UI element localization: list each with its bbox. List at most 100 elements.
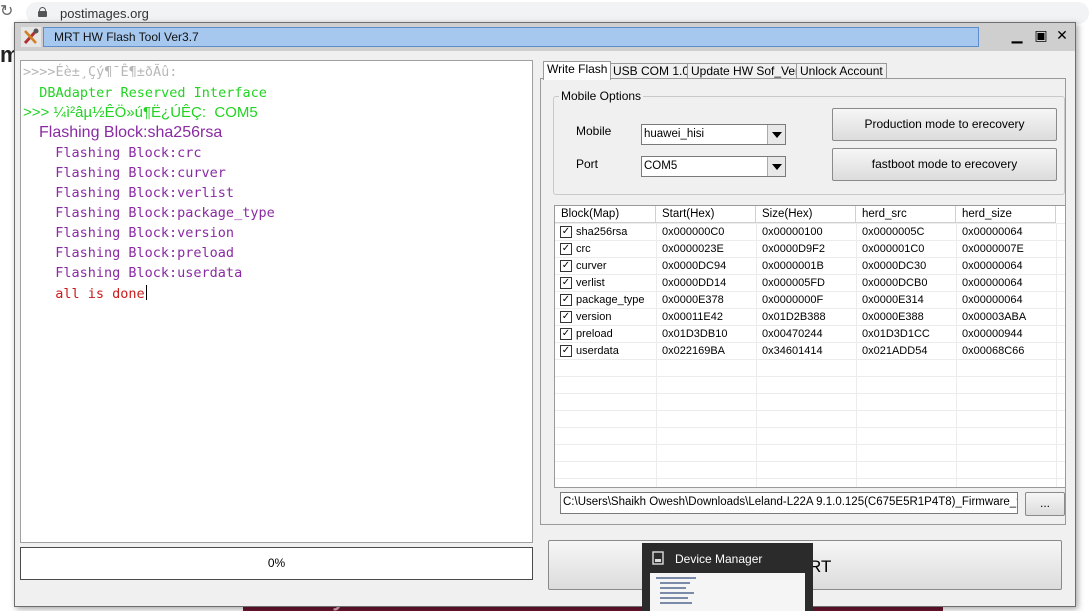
log-line-done: all is done [39,285,147,302]
grid-line [956,223,957,487]
table-cell-hsize: 0x00000064 [962,226,1023,238]
close-button[interactable]: ✕ [1053,27,1071,45]
table-cell-block: curver [576,260,607,272]
grid-line [555,444,1065,445]
log-line: Flashing Block:userdata [39,265,243,281]
device-manager-thumbnail [650,573,805,611]
table-cell-hsize: 0x0000007E [962,243,1024,255]
column-header[interactable]: herd_src [856,206,956,223]
progress-label: 0% [267,556,286,570]
table-cell-hsize: 0x00000944 [962,328,1023,340]
log-done-text: all is done [39,286,145,302]
text-caret [145,285,147,300]
table-cell-src: 0x0000DC30 [862,260,927,272]
window-title: MRT HW Flash Tool Ver3.7 [54,30,199,44]
grid-line [555,461,1065,462]
browser-bar: ↻ postimages.org [0,0,1089,24]
mobile-options-title: Mobile Options [559,89,644,103]
tab-write-flash[interactable]: Write Flash [543,61,612,80]
grid-line [555,393,1065,394]
grid-line [555,376,1065,377]
table-cell-hsize: 0x00068C66 [962,345,1025,357]
port-label: Port [576,157,599,171]
table-cell-block: crc [576,243,591,255]
grid-line [555,478,1065,479]
log-line: Flashing Block:version [39,225,235,241]
table-cell-size: 0x00000100 [762,226,823,238]
mobile-options-group: Mobile Options Mobile huawei_hisi Port C… [553,89,1065,195]
title-field: MRT HW Flash Tool Ver3.7 [43,27,979,47]
log-line: Flashing Block:crc [39,145,202,161]
grid-line [555,359,1065,360]
table-cell-start: 0x00011E42 [662,311,723,323]
row-checkbox[interactable]: ✓ [560,243,572,255]
row-checkbox[interactable]: ✓ [560,345,572,357]
column-header[interactable]: Block(Map) [555,206,656,223]
column-header[interactable]: herd_size [956,206,1056,223]
grid-line [555,325,1065,326]
row-checkbox[interactable]: ✓ [560,226,572,238]
log-line: DBAdapter Reserved Interface [23,85,267,101]
maximize-button[interactable]: ▣ [1032,27,1050,45]
log-line: >>>>Éè±¸Çý¶¯Ê¶±ðÃû: [23,64,178,80]
table-cell-size: 0x00470244 [762,328,823,340]
log-line: Flashing Block:sha256rsa [39,124,223,141]
table-cell-start: 0x01D3DB10 [662,328,728,340]
grid-line [555,257,1065,258]
row-checkbox[interactable]: ✓ [560,277,572,289]
grid-line [555,342,1065,343]
grid-line [555,274,1065,275]
table-cell-src: 0x0000E314 [862,294,924,306]
row-checkbox[interactable]: ✓ [560,294,572,306]
row-checkbox[interactable]: ✓ [560,328,572,340]
table-cell-block: sha256rsa [576,226,628,238]
table-cell-block: userdata [576,345,619,357]
mobile-select[interactable]: huawei_hisi [641,124,786,145]
table-cell-src: 0x000001C0 [862,243,925,255]
row-checkbox[interactable]: ✓ [560,311,572,323]
table-cell-block: package_type [576,294,645,306]
app-tools-icon [21,27,41,47]
table-cell-hsize: 0x00000064 [962,260,1023,272]
port-select-value: COM5 [644,160,678,172]
grid-line [555,240,1065,241]
device-manager-icon [652,551,664,565]
fastboot-mode-button[interactable]: fastboot mode to erecovery [832,148,1057,181]
device-manager-preview[interactable]: Device Manager [642,543,813,611]
firmware-path-text: C:\Users\Shaikh Owesh\Downloads\Leland-L… [563,496,1018,508]
table-cell-size: 0x0000001B [762,260,824,272]
tab-unlock-account[interactable]: Unlock Account [796,63,887,79]
grid-line [555,308,1065,309]
row-checkbox[interactable]: ✓ [560,260,572,272]
browse-button[interactable]: ... [1025,492,1065,516]
grid-line [555,223,1065,224]
log-panel[interactable]: >>>>Éè±¸Çý¶¯Ê¶±ðÃû: DBAdapter Reserved I… [20,60,533,543]
tab-update-hw-sof-ver[interactable]: Update HW Sof_Ver [687,63,804,79]
port-select[interactable]: COM5 [641,156,786,177]
grid-line [656,223,657,487]
address-bar[interactable]: postimages.org [26,2,1089,24]
table-cell-hsize: 0x00000064 [962,294,1023,306]
production-mode-button[interactable]: Production mode to erecovery [832,108,1057,141]
table-cell-block: preload [576,328,613,340]
tab-usb-com[interactable]: USB COM 1.0 [609,63,694,79]
title-bar[interactable]: MRT HW Flash Tool Ver3.7 ▁ ▣ ✕ [15,23,1075,51]
chevron-down-icon[interactable] [767,157,785,176]
grid-line [555,427,1065,428]
chevron-down-icon[interactable] [767,125,785,144]
mobile-label: Mobile [576,124,612,138]
table-cell-start: 0x022169BA [662,345,725,357]
column-header[interactable]: Size(Hex) [756,206,856,223]
url-text: postimages.org [60,6,149,21]
table-cell-start: 0x0000DC94 [662,260,727,272]
block-table[interactable]: Block(Map) Start(Hex) Size(Hex) herd_src… [554,205,1066,488]
reload-icon[interactable]: ↻ [0,3,14,19]
log-line: Flashing Block:preload [39,245,235,261]
lock-icon [38,7,47,17]
column-header[interactable]: Start(Hex) [656,206,756,223]
grid-line [856,223,857,487]
minimize-button[interactable]: ▁ [1008,27,1026,45]
table-cell-src: 0x021ADD54 [862,345,928,357]
grid-line [555,410,1065,411]
firmware-path-field[interactable]: C:\Users\Shaikh Owesh\Downloads\Leland-L… [560,492,1018,514]
